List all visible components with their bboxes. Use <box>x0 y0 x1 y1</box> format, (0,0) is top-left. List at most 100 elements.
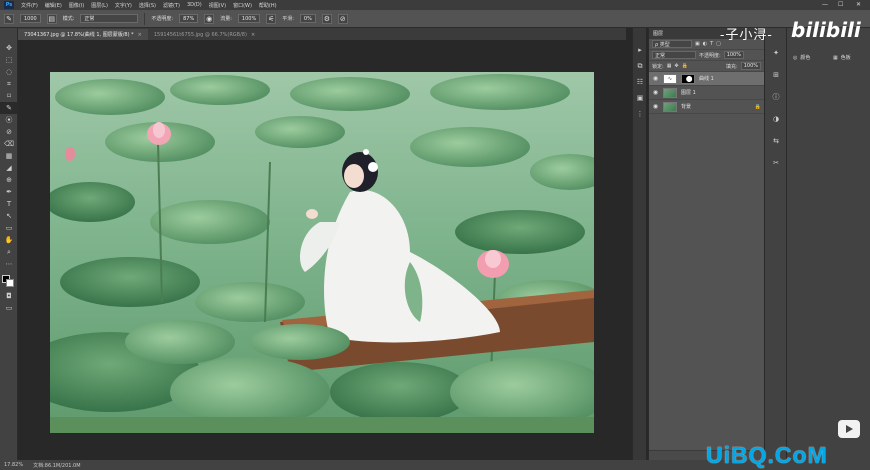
menu-help[interactable]: 帮助(H) <box>259 2 277 9</box>
quick-mask-icon[interactable]: ◘ <box>0 290 18 302</box>
brush-tool-icon[interactable]: ✎ <box>0 102 18 114</box>
screen-mode-icon[interactable]: ▭ <box>0 302 18 314</box>
blur-tool-icon[interactable]: ◢ <box>0 162 18 174</box>
eraser-tool-icon[interactable]: ⌫ <box>0 138 18 150</box>
bilibili-tv-icon <box>838 420 860 438</box>
zoom-level[interactable]: 17.82% <box>4 462 23 468</box>
eye-icon[interactable]: ◉ <box>652 103 659 110</box>
layer-kind-filter[interactable]: ρ 类型 <box>652 40 692 48</box>
stamp-tool-icon[interactable]: ⦿ <box>0 114 18 126</box>
paragraph-icon[interactable]: ☷ <box>633 74 647 90</box>
menu-view[interactable]: 视图(V) <box>209 2 226 9</box>
brush-tool-icon[interactable]: ✎ <box>4 13 14 24</box>
menu-type[interactable]: 文字(Y) <box>115 2 132 9</box>
maximize-icon[interactable]: ☐ <box>838 1 843 8</box>
layer-curves-1[interactable]: ◉ ∿ 曲线 1 <box>649 72 764 86</box>
layer-thumbnail <box>663 87 677 98</box>
fill-label: 填充: <box>726 63 738 70</box>
clone-source-icon[interactable]: ⧉ <box>633 58 647 74</box>
move-tool-icon[interactable]: ✥ <box>0 42 18 54</box>
lock-pixels-icon[interactable]: ▦ <box>667 63 672 69</box>
navigator-icon[interactable]: ⊞ <box>765 64 787 86</box>
background-color-swatch[interactable] <box>6 279 14 287</box>
layer-thumbnail <box>663 101 677 112</box>
collapsed-panels-column: ▸ ⧉ ☷ ▣ ⋮ <box>632 28 646 460</box>
shape-tool-icon[interactable]: ▭ <box>0 222 18 234</box>
close-icon[interactable]: × <box>138 32 142 38</box>
adjustments-icon[interactable]: ◑ <box>765 108 787 130</box>
pen-tool-icon[interactable]: ✒ <box>0 186 18 198</box>
marquee-tool-icon[interactable]: ⬚ <box>0 54 18 66</box>
menu-window[interactable]: 窗口(W) <box>233 2 252 9</box>
mode-select[interactable]: 正常 <box>80 14 139 23</box>
filter-adjust-icon[interactable]: ◐ <box>703 41 707 47</box>
layer-background[interactable]: ◉ 背景 🔒 <box>649 100 764 114</box>
layers-panel: 图层 ρ 类型 ▣ ◐ T ▢ 正常 不透明度: 100% 锁定: ▦ ✥ 🔒 … <box>648 28 765 460</box>
minimize-icon[interactable]: — <box>822 1 828 8</box>
menu-image[interactable]: 图像(I) <box>69 2 84 9</box>
swatches-panel-button[interactable]: ▦ 色板 <box>833 54 851 62</box>
layer-name: 图层 1 <box>681 90 696 96</box>
hand-tool-icon[interactable]: ✋ <box>0 234 18 246</box>
layer-1[interactable]: ◉ 图层 1 <box>649 86 764 100</box>
dodge-tool-icon[interactable]: ⊕ <box>0 174 18 186</box>
crop-tool-icon[interactable]: ⌑ <box>0 90 18 102</box>
close-icon[interactable]: × <box>251 32 255 38</box>
menu-file[interactable]: 文件(F) <box>21 2 38 9</box>
lock-icon: 🔒 <box>754 103 761 110</box>
more-tools-icon[interactable]: ⋯ <box>0 258 18 270</box>
gradient-tool-icon[interactable]: ▦ <box>0 150 18 162</box>
swatches-panel-label: 色板 <box>840 55 851 61</box>
type-tool-icon[interactable]: T <box>0 198 18 210</box>
more-panels-icon[interactable]: ⋮ <box>633 106 647 122</box>
fill-field[interactable]: 100% <box>740 62 761 70</box>
tab-document-1[interactable]: 73041367.jpg @ 17.8%(曲线 1, 图层蒙版/8) * × <box>18 29 148 40</box>
lock-all-icon[interactable]: 🔒 <box>682 63 688 69</box>
lasso-tool-icon[interactable]: ◌ <box>0 66 18 78</box>
document-size[interactable]: 文档:86.1M/201.0M <box>33 462 80 469</box>
layer-opacity-field[interactable]: 100% <box>723 51 744 59</box>
lock-position-icon[interactable]: ✥ <box>674 63 678 69</box>
history-brush-tool-icon[interactable]: ⊘ <box>0 126 18 138</box>
channels-icon[interactable]: ⇆ <box>765 130 787 152</box>
eye-icon[interactable]: ◉ <box>652 75 659 82</box>
play-actions-icon[interactable]: ▸ <box>633 42 647 58</box>
pressure-size-icon[interactable]: ⊘ <box>337 13 348 24</box>
canvas-area[interactable] <box>18 40 626 460</box>
character-icon[interactable]: ▣ <box>633 90 647 106</box>
opacity-field[interactable]: 87% <box>179 14 199 23</box>
tab-document-2[interactable]: 15914561t6755.jpg @ 66.7%(RGB/8) × <box>147 29 262 40</box>
opacity-label: 不透明度: <box>151 16 174 22</box>
gear-icon[interactable]: ⚙ <box>321 13 332 24</box>
flow-field[interactable]: 100% <box>237 14 261 23</box>
document-canvas-photo[interactable] <box>50 72 594 433</box>
layer-mask-thumbnail[interactable] <box>681 73 695 84</box>
author-watermark: -子小浔- <box>720 28 773 43</box>
menu-filter[interactable]: 滤镜(T) <box>163 2 180 9</box>
menu-edit[interactable]: 编辑(E) <box>45 2 62 9</box>
airbrush-icon[interactable]: ⚟ <box>266 13 277 24</box>
brush-size-picker[interactable]: 1000 <box>20 14 41 23</box>
filter-type-icon[interactable]: T <box>710 41 713 47</box>
zoom-tool-icon[interactable]: ⌕ <box>0 246 18 258</box>
menu-3d[interactable]: 3D(D) <box>187 2 202 8</box>
brush-settings-icon[interactable]: ▤ <box>46 13 57 24</box>
quick-select-tool-icon[interactable]: ⌗ <box>0 78 18 90</box>
filter-image-icon[interactable]: ▣ <box>695 41 700 47</box>
pressure-opacity-icon[interactable]: ◉ <box>204 13 215 24</box>
path-select-tool-icon[interactable]: ↖ <box>0 210 18 222</box>
layer-opacity-label: 不透明度: <box>699 52 721 59</box>
brush-settings-icon[interactable]: ✦ <box>765 42 787 64</box>
menu-layer[interactable]: 图层(L) <box>91 2 108 9</box>
menu-select[interactable]: 选择(S) <box>139 2 156 9</box>
color-panel-button[interactable]: ◎ 颜色 <box>793 54 810 62</box>
smoothing-field[interactable]: 0% <box>299 14 316 23</box>
color-swatches[interactable] <box>0 274 18 290</box>
tools-scissors-icon[interactable]: ✂ <box>765 152 787 174</box>
photoshop-logo: Ps <box>4 1 14 9</box>
blend-mode-select[interactable]: 正常 <box>652 51 696 59</box>
close-icon[interactable]: ✕ <box>856 1 861 8</box>
eye-icon[interactable]: ◉ <box>652 89 659 96</box>
menu-bar: Ps 文件(F) 编辑(E) 图像(I) 图层(L) 文字(Y) 选择(S) 滤… <box>0 0 870 10</box>
info-icon[interactable]: ⓘ <box>765 86 787 108</box>
